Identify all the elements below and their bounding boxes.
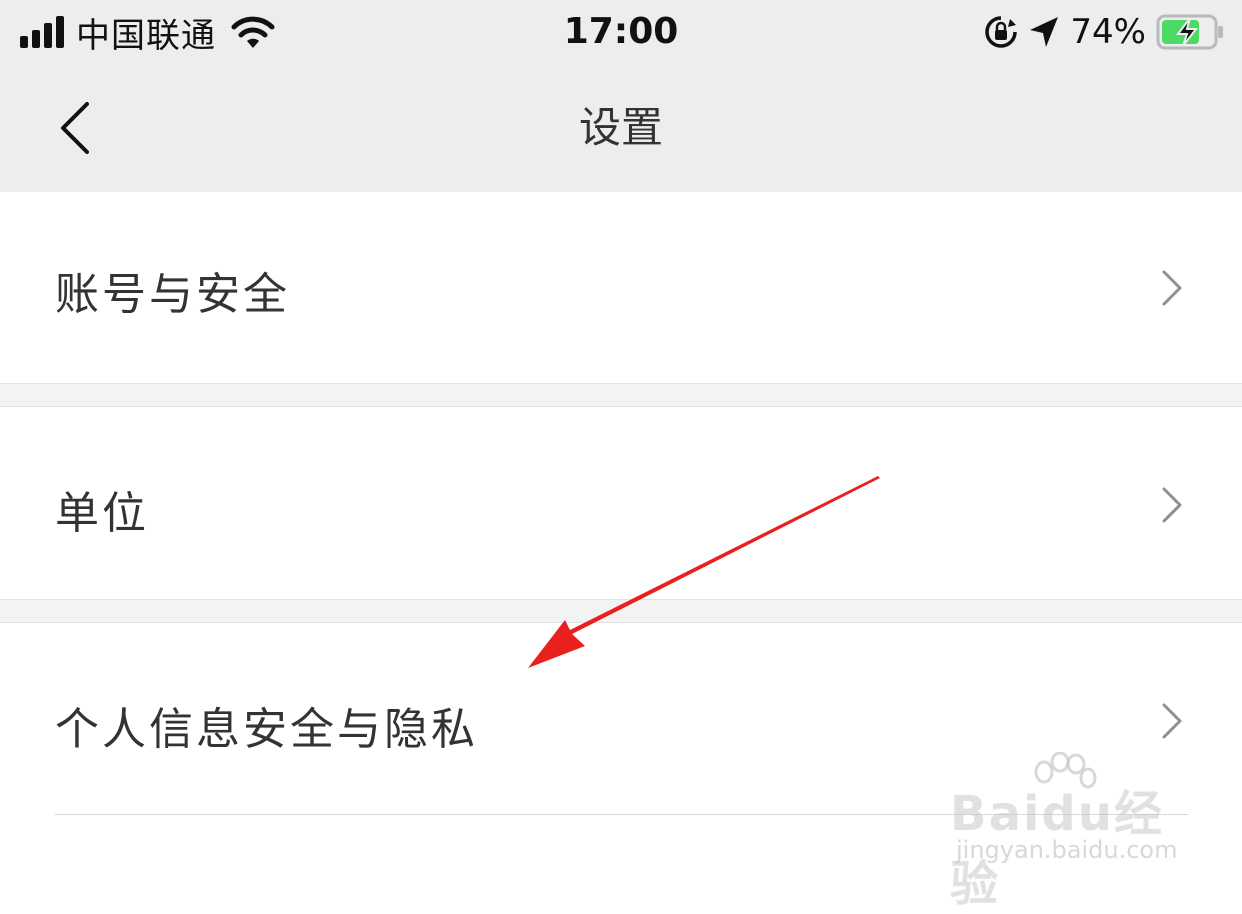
- section-divider: [0, 383, 1242, 407]
- status-bar: 中国联通 17:00 74%: [0, 0, 1242, 64]
- chevron-right-icon: [1162, 487, 1182, 523]
- page-title: 设置: [578, 103, 663, 152]
- settings-item-label: 单位: [55, 488, 149, 539]
- rotation-lock-icon: [985, 16, 1018, 48]
- battery-percent: 74%: [1070, 12, 1146, 52]
- chevron-right-icon: [1162, 703, 1182, 739]
- watermark: Baidu经验 jingyan.baidu.com: [950, 752, 1190, 912]
- settings-item-account-security[interactable]: 账号与安全: [0, 192, 1242, 383]
- settings-item-label: 个人信息安全与隐私: [55, 704, 478, 755]
- location-icon: [1030, 17, 1059, 47]
- chevron-right-icon: [1162, 270, 1182, 306]
- status-right: 74%: [984, 10, 1226, 54]
- navigation-bar: 设置: [0, 64, 1242, 192]
- section-divider: [0, 599, 1242, 623]
- watermark-url: jingyan.baidu.com: [956, 836, 1178, 864]
- settings-item-organization[interactable]: 单位: [0, 407, 1242, 599]
- settings-item-label: 账号与安全: [55, 269, 290, 320]
- battery-icon: [1156, 14, 1223, 50]
